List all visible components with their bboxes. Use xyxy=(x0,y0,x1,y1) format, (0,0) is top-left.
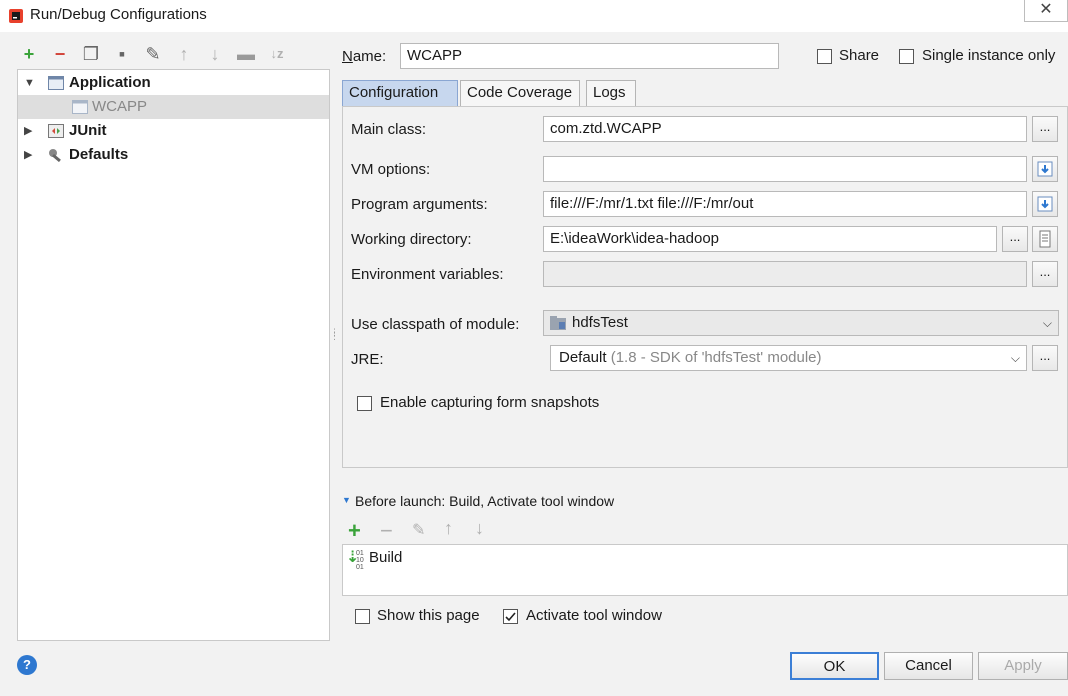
application-config-icon xyxy=(72,100,88,114)
vm-options-input[interactable] xyxy=(543,156,1027,182)
intellij-app-icon xyxy=(9,9,23,23)
vm-options-label: VM options: xyxy=(351,161,431,178)
classpath-module-label: Use classpath of module: xyxy=(351,316,520,333)
move-up-icon[interactable]: ↑ xyxy=(173,42,195,66)
window-title: Run/Debug Configurations xyxy=(30,6,207,23)
config-toolbar: + − ❐ ▪ ✎ ↑ ↓ ▬ ↓z xyxy=(18,42,318,68)
tree-item-wcapp[interactable]: WCAPP xyxy=(18,95,329,119)
folder-icon[interactable]: ▬ xyxy=(235,42,257,66)
program-arguments-expand-button[interactable] xyxy=(1032,191,1058,217)
program-arguments-input[interactable]: file:///F:/mr/1.txt file:///F:/mr/out xyxy=(543,191,1027,217)
snapshots-checkbox[interactable] xyxy=(357,396,372,411)
share-label: Share xyxy=(839,47,880,64)
sort-icon[interactable]: ↓z xyxy=(266,42,288,66)
copy-icon[interactable]: ❐ xyxy=(80,42,102,66)
jre-label: JRE: xyxy=(351,351,384,368)
tab-code-coverage[interactable]: Code Coverage xyxy=(460,80,580,106)
main-class-browse-button[interactable]: ... xyxy=(1032,116,1058,142)
save-icon[interactable]: ▪ xyxy=(111,42,133,66)
jre-browse-button[interactable]: ... xyxy=(1032,345,1058,371)
name-label-rest: ame: xyxy=(352,48,387,65)
checkmark-icon xyxy=(505,612,516,622)
single-instance-checkbox[interactable] xyxy=(899,49,914,64)
collapse-triangle-icon[interactable]: ▼ xyxy=(342,495,351,505)
snapshots-label: Enable capturing form snapshots xyxy=(380,394,600,411)
tree-label-application: Application xyxy=(69,74,151,91)
single-instance-label: Single instance only xyxy=(922,47,1056,64)
expand-icon xyxy=(1037,196,1053,212)
chevron-right-icon[interactable]: ▶ xyxy=(24,119,32,143)
before-launch-list[interactable]: ⇣ 01 10 01 Build xyxy=(342,544,1068,596)
move-down-icon[interactable]: ↓ xyxy=(475,518,484,539)
tab-logs[interactable]: Logs xyxy=(586,80,636,106)
move-down-icon[interactable]: ↓ xyxy=(204,42,226,66)
list-item-build[interactable]: ⇣ 01 10 01 Build xyxy=(344,547,1066,571)
before-launch-header[interactable]: Before launch: Build, Activate tool wind… xyxy=(355,493,614,509)
module-folder-icon xyxy=(550,316,566,330)
activate-tool-window-checkbox[interactable] xyxy=(503,609,518,624)
tree-label-wcapp: WCAPP xyxy=(92,98,148,115)
title-bar: Run/Debug Configurations ✕ xyxy=(0,0,1068,32)
tree-item-junit[interactable]: ▶ JUnit xyxy=(18,119,329,143)
working-directory-browse-button[interactable]: ... xyxy=(1002,226,1028,252)
share-checkbox[interactable] xyxy=(817,49,832,64)
classpath-module-select[interactable]: hdfsTest ⌵ xyxy=(543,310,1059,336)
junit-icon xyxy=(48,124,64,138)
chevron-down-icon: ⌵ xyxy=(1010,351,1020,365)
name-input[interactable]: WCAPP xyxy=(400,43,779,69)
edit-task-icon[interactable]: ✎ xyxy=(412,520,425,540)
cancel-button[interactable]: Cancel xyxy=(884,652,973,680)
chevron-down-icon[interactable]: ▼ xyxy=(24,71,35,95)
main-class-label: Main class: xyxy=(351,121,427,138)
close-button[interactable]: ✕ xyxy=(1024,0,1068,22)
move-up-icon[interactable]: ↑ xyxy=(444,518,453,539)
vm-options-expand-button[interactable] xyxy=(1032,156,1058,182)
classpath-module-value: hdfsTest xyxy=(572,314,628,331)
help-button[interactable]: ? xyxy=(17,655,37,675)
chevron-right-icon[interactable]: ▶ xyxy=(24,143,32,167)
working-directory-label: Working directory: xyxy=(351,231,472,248)
document-icon xyxy=(1039,230,1051,248)
working-directory-macro-button[interactable] xyxy=(1032,226,1058,252)
application-icon xyxy=(48,76,64,90)
tab-configuration[interactable]: Configuration xyxy=(342,80,458,106)
tree-label-defaults: Defaults xyxy=(69,146,129,163)
environment-variables-browse-button[interactable]: ... xyxy=(1032,261,1058,287)
chevron-down-icon: ⌵ xyxy=(1042,316,1052,330)
add-task-icon[interactable]: + xyxy=(348,518,361,544)
tree-item-application[interactable]: ▼ Application xyxy=(18,71,329,95)
program-arguments-label: Program arguments: xyxy=(351,196,488,213)
binary-icon: 01 10 01 xyxy=(356,550,364,571)
environment-variables-label: Environment variables: xyxy=(351,266,504,283)
remove-icon[interactable]: − xyxy=(49,42,71,66)
apply-button[interactable]: Apply xyxy=(978,652,1068,680)
close-icon: ✕ xyxy=(1039,1,1053,18)
wrench-icon xyxy=(49,149,61,162)
name-label: Name: xyxy=(342,48,387,65)
working-directory-input[interactable]: E:\ideaWork\idea-hadoop xyxy=(543,226,997,252)
tree-item-defaults[interactable]: ▶ Defaults xyxy=(18,143,329,167)
tree-label-junit: JUnit xyxy=(69,122,107,139)
edit-defaults-icon[interactable]: ✎ xyxy=(142,42,164,66)
show-page-checkbox[interactable] xyxy=(355,609,370,624)
main-class-input[interactable]: com.ztd.WCAPP xyxy=(543,116,1027,142)
splitter-handle[interactable]: ⋮ ⋮ xyxy=(330,328,339,344)
expand-icon xyxy=(1037,161,1053,177)
build-label: Build xyxy=(369,549,403,566)
environment-variables-input[interactable] xyxy=(543,261,1027,287)
jre-value: Default xyxy=(559,349,607,366)
activate-tool-window-label: Activate tool window xyxy=(526,607,662,624)
add-icon[interactable]: + xyxy=(18,42,40,66)
remove-task-icon[interactable]: − xyxy=(380,518,393,544)
ok-button[interactable]: OK xyxy=(790,652,879,680)
config-tree[interactable]: ▼ Application WCAPP ▶ JUnit ▶ Defaults xyxy=(17,69,330,641)
jre-detail: (1.8 - SDK of 'hdfsTest' module) xyxy=(610,349,822,366)
jre-select[interactable]: Default (1.8 - SDK of 'hdfsTest' module)… xyxy=(550,345,1027,371)
show-page-label: Show this page xyxy=(377,607,480,624)
